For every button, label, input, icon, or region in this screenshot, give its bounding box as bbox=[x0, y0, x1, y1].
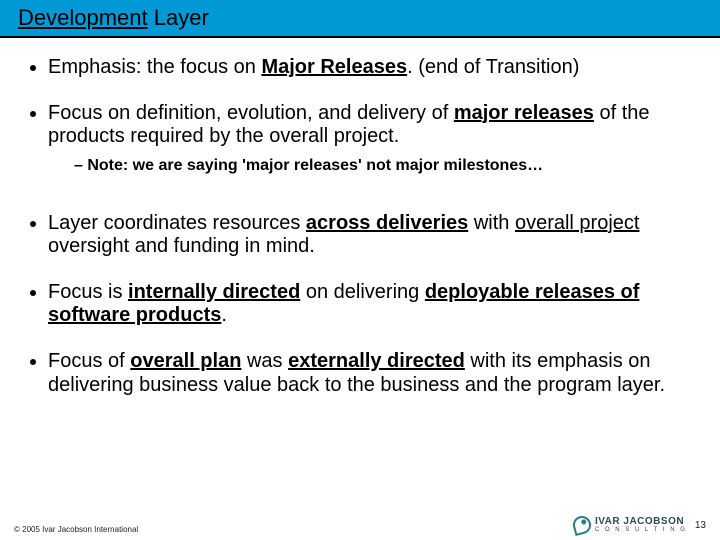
bullet-2-pre: Focus on definition, evolution, and deli… bbox=[48, 102, 454, 124]
bullet-1-post: . (end of Transition) bbox=[407, 56, 579, 78]
logo-line1: IVAR JACOBSON bbox=[595, 517, 687, 527]
title-bar: Development Layer bbox=[0, 0, 720, 38]
b5-p2: was bbox=[241, 350, 288, 372]
bullet-2-note: Note: we are saying 'major releases' not… bbox=[74, 157, 694, 176]
b5-u2: externally directed bbox=[288, 350, 465, 372]
b3-u1: across deliveries bbox=[306, 212, 468, 234]
b3-p2: with bbox=[468, 212, 515, 234]
bullet-2: Focus on definition, evolution, and deli… bbox=[48, 102, 694, 190]
slide-body: Emphasis: the focus on Major Releases. (… bbox=[0, 38, 720, 540]
copyright: © 2005 Ivar Jacobson International bbox=[14, 525, 138, 534]
b5-u1: overall plan bbox=[130, 350, 241, 372]
b3-p1: Layer coordinates resources bbox=[48, 212, 306, 234]
title-rest: Layer bbox=[148, 5, 209, 30]
b4-p2: on delivering bbox=[300, 281, 425, 303]
footer: © 2005 Ivar Jacobson International IVAR … bbox=[0, 506, 720, 540]
bullet-2-emph: major releases bbox=[454, 102, 594, 124]
logo-line2: C O N S U L T I N G bbox=[595, 527, 687, 533]
b4-u1: internally directed bbox=[128, 281, 300, 303]
page-number: 13 bbox=[695, 520, 706, 531]
bullet-5: Focus of overall plan was externally dir… bbox=[48, 350, 694, 397]
b4-p3: . bbox=[221, 304, 227, 326]
bullet-1-emph: Major Releases bbox=[261, 56, 407, 78]
logo-text: IVAR JACOBSON C O N S U L T I N G bbox=[595, 517, 687, 533]
b4-p1: Focus is bbox=[48, 281, 128, 303]
b5-p1: Focus of bbox=[48, 350, 130, 372]
logo: IVAR JACOBSON C O N S U L T I N G bbox=[573, 516, 687, 534]
b3-u2: overall project bbox=[515, 212, 640, 234]
bullet-1: Emphasis: the focus on Major Releases. (… bbox=[48, 56, 694, 80]
slide-title: Development Layer bbox=[18, 5, 209, 31]
b3-p3: oversight and funding in mind. bbox=[48, 235, 315, 257]
bullet-4: Focus is internally directed on deliveri… bbox=[48, 281, 694, 328]
bullet-3: Layer coordinates resources across deliv… bbox=[48, 212, 694, 259]
title-underlined: Development bbox=[18, 5, 148, 30]
logo-icon bbox=[571, 514, 593, 536]
bullet-1-pre: Emphasis: the focus on bbox=[48, 56, 261, 78]
